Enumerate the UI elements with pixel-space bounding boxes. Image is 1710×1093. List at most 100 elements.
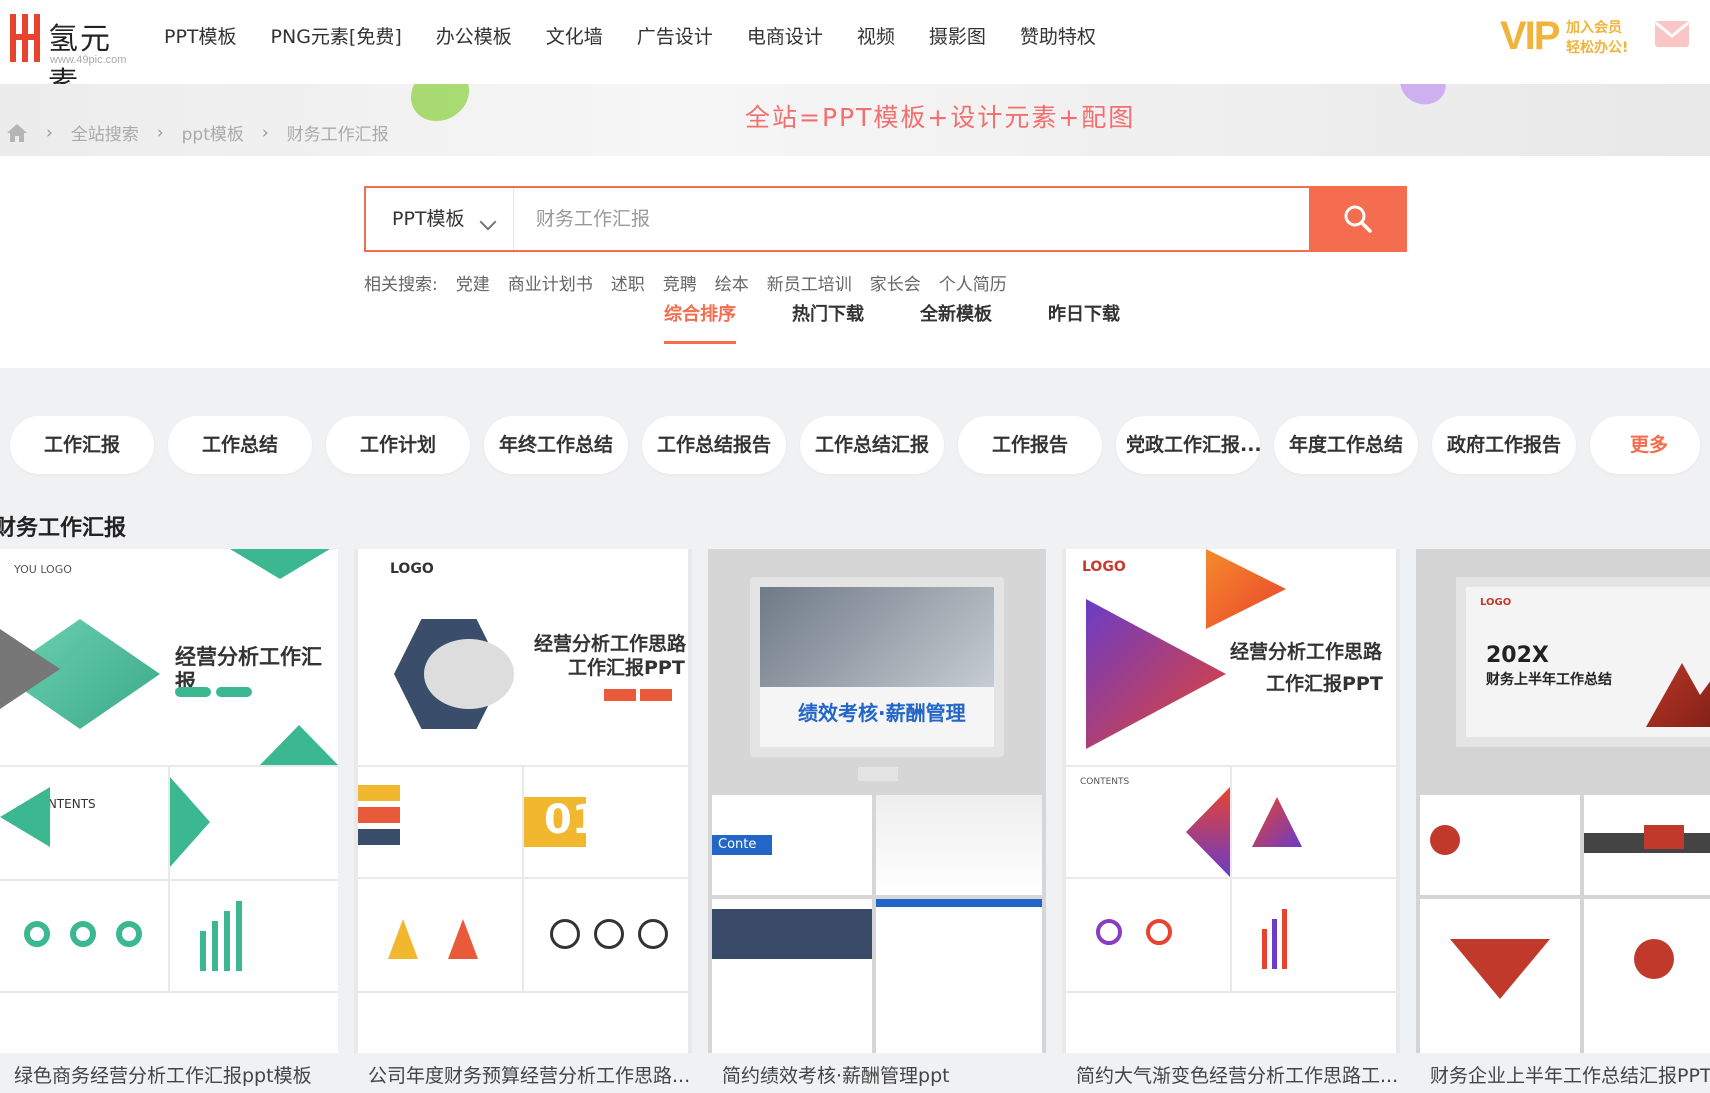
tab-comprehensive[interactable]: 综合排序 [664,294,736,344]
tag-pill[interactable]: 工作总结汇报 [800,416,944,474]
banner-decoration [1394,84,1452,111]
slide-decoration [876,899,1042,907]
slide-decoration [224,911,230,971]
slide-decoration [448,919,478,959]
tag-row: 工作汇报 工作总结 工作计划 年终工作总结 工作总结报告 工作总结汇报 工作报告… [10,416,1710,474]
more-tags-button[interactable]: 更多 [1590,416,1700,474]
tag-pill[interactable]: 政府工作报告 [1432,416,1576,474]
tag-pill[interactable]: 工作报告 [958,416,1102,474]
search-input[interactable] [536,188,1216,250]
template-title[interactable]: 绿色商务经营分析工作汇报ppt模板 [14,1061,338,1088]
vip-tagline-line2: 轻松办公! [1566,40,1629,56]
top-navigation-bar: 氢元素 www.49pic.com PPT模板 PNG元素[免费] 办公模板 文… [0,0,1710,101]
tag-pill[interactable]: 党政工作汇报... [1116,416,1262,474]
nav-item-ad-design[interactable]: 广告设计 [637,22,713,52]
related-link[interactable]: 述职 [611,270,645,295]
template-card[interactable]: LOGO 202X 财务上半年工作总结 财务企业上半年工作总结汇报PPT [1416,549,1710,1087]
slide-decoration [424,639,514,709]
vip-tagline: 加入会员 轻松办公! [1566,18,1628,58]
slide-decoration [116,921,142,947]
tag-pill[interactable]: 工作总结 [168,416,312,474]
template-title[interactable]: 财务企业上半年工作总结汇报PPT [1430,1061,1710,1088]
nav-item-ppt[interactable]: PPT模板 [164,22,237,52]
mail-icon[interactable] [1654,20,1690,48]
related-link[interactable]: 新员工培训 [767,270,852,295]
slide-decoration [358,785,400,801]
nav-item-video[interactable]: 视频 [857,22,895,52]
tab-hot-downloads[interactable]: 热门下载 [792,294,864,336]
slide-preview [524,879,688,991]
template-title[interactable]: 简约绩效考核·薪酬管理ppt [722,1061,1046,1088]
template-thumbnail[interactable]: LOGO 202X 财务上半年工作总结 [1416,549,1710,1053]
tag-pill[interactable]: 工作计划 [326,416,470,474]
banner-slogan: 全站=PPT模板+设计元素+配图 [745,103,1136,132]
search-category-label: PPT模板 [392,208,465,230]
related-link[interactable]: 个人简历 [939,270,1007,295]
site-logo[interactable]: 氢元素 www.49pic.com [10,12,135,101]
template-title[interactable]: 简约大气渐变色经营分析工作思路工... [1076,1061,1400,1088]
slide-preview [1066,993,1396,1053]
breadcrumb-separator: › [156,122,164,143]
tag-pill[interactable]: 年度工作总结 [1274,416,1418,474]
slide-sub-label: Conte [712,835,772,855]
tag-pill[interactable]: 工作汇报 [10,416,154,474]
related-link[interactable]: 家长会 [870,270,921,295]
template-thumbnail[interactable]: LOGO 经营分析工作思路 工作汇报PPT 01 [354,549,692,1053]
slide-logo: LOGO [390,561,434,577]
related-link[interactable]: 绘本 [715,270,749,295]
template-grid: YOU LOGO 经营分析工作汇报 CONTENTS 绿色商务经营分析工作汇报p… [0,549,1710,1087]
nav-item-photo[interactable]: 摄影图 [929,22,986,52]
search-box: PPT模板 [364,186,1407,252]
logo-mark-icon [10,14,40,62]
nav-item-office[interactable]: 办公模板 [436,22,512,52]
slide-decoration [1086,599,1226,749]
tag-pill[interactable]: 年终工作总结 [484,416,628,474]
breadcrumb-ppt-template[interactable]: ppt模板 [182,120,244,145]
slide-big-number: 01 [544,797,600,843]
slide-decoration [200,931,206,971]
slide-headline: 绩效考核·薪酬管理 [798,701,966,725]
related-link[interactable]: 党建 [456,270,490,295]
template-card[interactable]: LOGO 经营分析工作思路 工作汇报PPT 01 公司年度财务预算经营分析工作思… [354,549,692,1087]
related-label: 相关搜索: [364,275,438,295]
template-thumbnail[interactable]: 绩效考核·薪酬管理 Conte [708,549,1046,1053]
template-card[interactable]: YOU LOGO 经营分析工作汇报 CONTENTS 绿色商务经营分析工作汇报p… [0,549,338,1087]
slide-preview [876,899,1042,1053]
template-thumbnail[interactable]: LOGO 经营分析工作思路 工作汇报PPT CONTENTS [1062,549,1400,1053]
slide-preview [0,881,168,991]
breadcrumb-search-all[interactable]: 全站搜索 [71,120,139,145]
nav-item-ecommerce[interactable]: 电商设计 [747,22,823,52]
vip-tagline-line1: 加入会员 [1566,20,1622,36]
vip-join-button[interactable]: VIP 加入会员 轻松办公! [1500,14,1640,64]
slide-preview [876,795,1042,895]
slide-preview [358,993,688,1053]
template-card[interactable]: LOGO 经营分析工作思路 工作汇报PPT CONTENTS 简约大气渐变色经营… [1062,549,1400,1087]
search-category-select[interactable]: PPT模板 [366,188,514,250]
breadcrumb-separator: › [261,122,269,143]
nav-item-culture-wall[interactable]: 文化墙 [546,22,603,52]
template-card[interactable]: 绩效考核·薪酬管理 Conte 简约绩效考核·薪酬管理ppt [708,549,1046,1087]
promo-banner: › 全站搜索 › ppt模板 › 财务工作汇报 全站=PPT模板+设计元素+配图 [0,84,1710,156]
breadcrumb-current: 财务工作汇报 [286,125,389,145]
slide-preview: CONTENTS [0,767,168,879]
slide-contents-label: CONTENTS [1080,777,1130,787]
related-link[interactable]: 商业计划书 [508,270,593,295]
template-thumbnail[interactable]: YOU LOGO 经营分析工作汇报 CONTENTS [0,549,338,1053]
section-title: 财务工作汇报 [0,516,127,541]
tag-pill[interactable]: 工作总结报告 [642,416,786,474]
search-button[interactable] [1309,186,1407,252]
slide-decoration [216,687,252,697]
slide-headline: 经营分析工作思路 [1230,641,1383,663]
home-icon[interactable] [6,123,28,143]
nav-item-sponsor[interactable]: 赞助特权 [1020,22,1096,52]
template-title[interactable]: 公司年度财务预算经营分析工作思路... [368,1061,692,1088]
main-nav: PPT模板 PNG元素[免费] 办公模板 文化墙 广告设计 电商设计 视频 摄影… [164,22,1130,52]
related-link[interactable]: 竞聘 [663,270,697,295]
nav-item-png[interactable]: PNG元素[免费] [271,22,402,52]
sort-tabs: 综合排序 热门下载 全新模板 昨日下载 [664,294,1176,344]
slide-preview [1066,879,1230,991]
tab-yesterday[interactable]: 昨日下载 [1048,294,1120,336]
slide-decoration [358,807,400,823]
tab-newest[interactable]: 全新模板 [920,294,992,336]
slide-preview [170,881,338,991]
